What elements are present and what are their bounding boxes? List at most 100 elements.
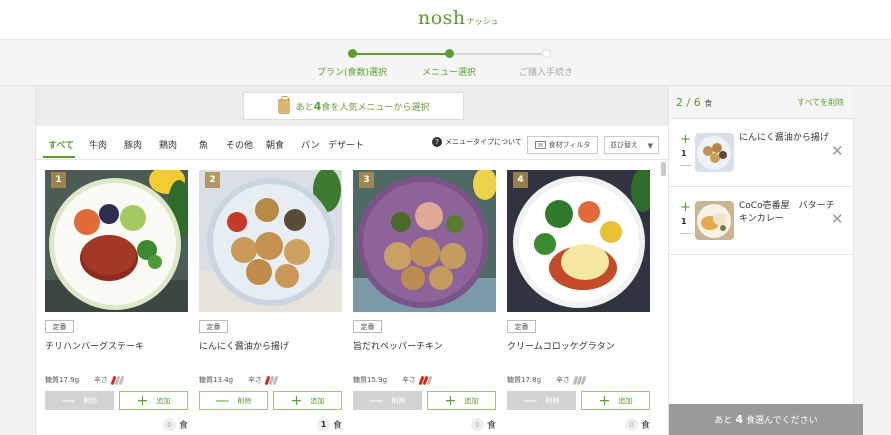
banner-count: 4	[313, 99, 322, 113]
step-label-plan: プラン(食数)選択	[316, 68, 388, 78]
footer-suffix: 食選んでください	[746, 416, 818, 426]
rank-badge: 2	[205, 172, 220, 188]
step-label-checkout: ご購入手続き	[518, 68, 574, 78]
menu-name[interactable]: クリームコロッケグラタン	[507, 339, 615, 352]
recommend-banner: あと 4 食を人気メニューから選択	[36, 86, 668, 126]
caret-down-icon: ▼	[647, 142, 653, 150]
tab-other[interactable]: その他	[226, 138, 253, 151]
cart-item-qty: 1	[681, 149, 687, 158]
count-unit: 食	[178, 421, 188, 431]
add-label: 追加	[310, 396, 325, 405]
delete-button[interactable]: — 削除	[45, 391, 114, 410]
cart-item-name: CoCo壱番屋 バターチキンカレー	[739, 201, 835, 224]
remaining-meals-bar[interactable]: あと 4 食選んでください	[669, 404, 863, 435]
cart-item: + 1 — にんにく醤油から揚げ ✕	[669, 119, 854, 187]
tab-dessert[interactable]: デザート	[328, 138, 364, 151]
menu-scrollbar[interactable]	[659, 160, 668, 435]
step-dot-1	[348, 49, 357, 58]
plus-icon[interactable]: +	[680, 201, 691, 214]
filter-icon	[534, 141, 546, 149]
selected-count: 0食	[624, 418, 650, 431]
tab-bread[interactable]: パン	[301, 138, 319, 151]
tab-chicken[interactable]: 鶏肉	[159, 138, 177, 151]
cart-item-thumbnail	[695, 133, 734, 172]
cart-panel: 2 / 6 食 すべてを削除 + 1 — にんにく醤油から揚げ ✕ + 1 — …	[669, 86, 854, 435]
add-button[interactable]: + 追加	[119, 391, 188, 410]
menu-photo-garlic-karaage[interactable]: 2	[199, 170, 342, 312]
recommend-button[interactable]: あと 4 食を人気メニューから選択	[243, 92, 464, 120]
cart-count: 2 / 6 食	[676, 96, 713, 109]
menu-card: 2 定番 にんにく醤油から揚げ 糖質13.4g 辛さ — 削除 + 追加 1食	[199, 170, 342, 435]
nosh-logo[interactable]: noshナッシュ	[418, 7, 499, 29]
menu-name[interactable]: にんにく醤油から揚げ	[199, 339, 289, 352]
delete-label: 削除	[237, 396, 252, 405]
rank-badge: 1	[51, 172, 66, 188]
footer-prefix: あと	[714, 416, 733, 426]
carbs-value: 糖質17.9g	[45, 376, 80, 384]
sort-select[interactable]: 並び替え ▼	[604, 136, 659, 154]
category-tabs: すべて 牛肉 豚肉 鶏肉 魚 その他 朝食 パン デザート ? メニュータイプにつ…	[36, 126, 668, 160]
curry-thumb-image	[695, 201, 734, 240]
delete-button[interactable]: — 削除	[353, 391, 422, 410]
spice-label: 辛さ	[94, 376, 108, 384]
tab-breakfast[interactable]: 朝食	[266, 138, 284, 151]
carbs-value: 糖質15.9g	[353, 376, 388, 384]
sort-label: 並び替え	[610, 141, 638, 149]
cart-header: 2 / 6 食 すべてを削除	[669, 86, 854, 119]
plus-icon: +	[136, 392, 149, 409]
spice-level: 辛さ	[248, 375, 279, 385]
menu-type-help[interactable]: ? メニュータイプについて	[432, 137, 522, 147]
plus-icon[interactable]: +	[680, 133, 691, 146]
tab-pork[interactable]: 豚肉	[124, 138, 142, 151]
remove-icon[interactable]: ✕	[831, 144, 844, 159]
menu-name[interactable]: チリハンバーグステーキ	[45, 339, 144, 352]
spice-label: 辛さ	[402, 376, 416, 384]
standard-badge: 定番	[353, 320, 382, 333]
karaage-thumb-image	[695, 133, 734, 172]
menu-photo-cream-croquette[interactable]: 4	[507, 170, 650, 312]
selected-count: 0食	[162, 418, 188, 431]
menu-panel: あと 4 食を人気メニューから選択 すべて 牛肉 豚肉 鶏肉 魚 その他 朝食 パン…	[35, 86, 669, 435]
right-margin	[854, 86, 891, 435]
add-label: 追加	[618, 396, 633, 405]
menu-card: 3 定番 旨だれペッパーチキン 糖質15.9g 辛さ — 削除 + 追加 0食	[353, 170, 496, 435]
add-button[interactable]: + 追加	[273, 391, 342, 410]
selected-count: 0食	[470, 418, 496, 431]
minus-icon[interactable]: —	[680, 227, 692, 239]
menu-photo-chili-hamburg[interactable]: 1	[45, 170, 188, 312]
step-dot-3	[542, 49, 551, 58]
site-header: noshナッシュ	[0, 0, 891, 40]
logo-text: nosh	[418, 7, 466, 29]
count-unit: 食	[640, 421, 650, 431]
banner-prefix: あと	[295, 102, 314, 113]
add-button[interactable]: + 追加	[581, 391, 650, 410]
minus-icon: —	[523, 392, 538, 409]
tab-all[interactable]: すべて	[48, 138, 74, 151]
ingredient-filter-button[interactable]: 食材フィルタ	[527, 136, 598, 154]
delete-label: 削除	[83, 396, 98, 405]
quantity-buttons: — 削除 + 追加	[353, 391, 496, 410]
remove-icon[interactable]: ✕	[831, 212, 844, 227]
carbs-value: 糖質13.4g	[199, 376, 234, 384]
menu-photo-pepper-chicken[interactable]: 3	[353, 170, 496, 312]
standard-badge: 定番	[199, 320, 228, 333]
cart-selected: 2	[676, 96, 683, 109]
left-margin	[0, 86, 35, 435]
scrollbar-thumb[interactable]	[661, 162, 666, 176]
clear-all-link[interactable]: すべてを削除	[797, 97, 844, 108]
count-value: 1	[316, 418, 330, 431]
rank-badge: 3	[359, 172, 374, 188]
tab-beef[interactable]: 牛肉	[89, 138, 107, 151]
quantity-buttons: — 削除 + 追加	[45, 391, 188, 410]
plus-icon: +	[290, 392, 303, 409]
delete-button[interactable]: — 削除	[199, 391, 268, 410]
menu-name[interactable]: 旨だれペッパーチキン	[353, 339, 443, 352]
footer-count: 4	[735, 413, 744, 426]
minus-icon: —	[61, 392, 76, 409]
minus-icon[interactable]: —	[680, 159, 692, 171]
delete-button[interactable]: — 削除	[507, 391, 576, 410]
tab-fish[interactable]: 魚	[199, 138, 208, 151]
quantity-buttons: — 削除 + 追加	[199, 391, 342, 410]
plus-icon: +	[444, 392, 457, 409]
add-button[interactable]: + 追加	[427, 391, 496, 410]
